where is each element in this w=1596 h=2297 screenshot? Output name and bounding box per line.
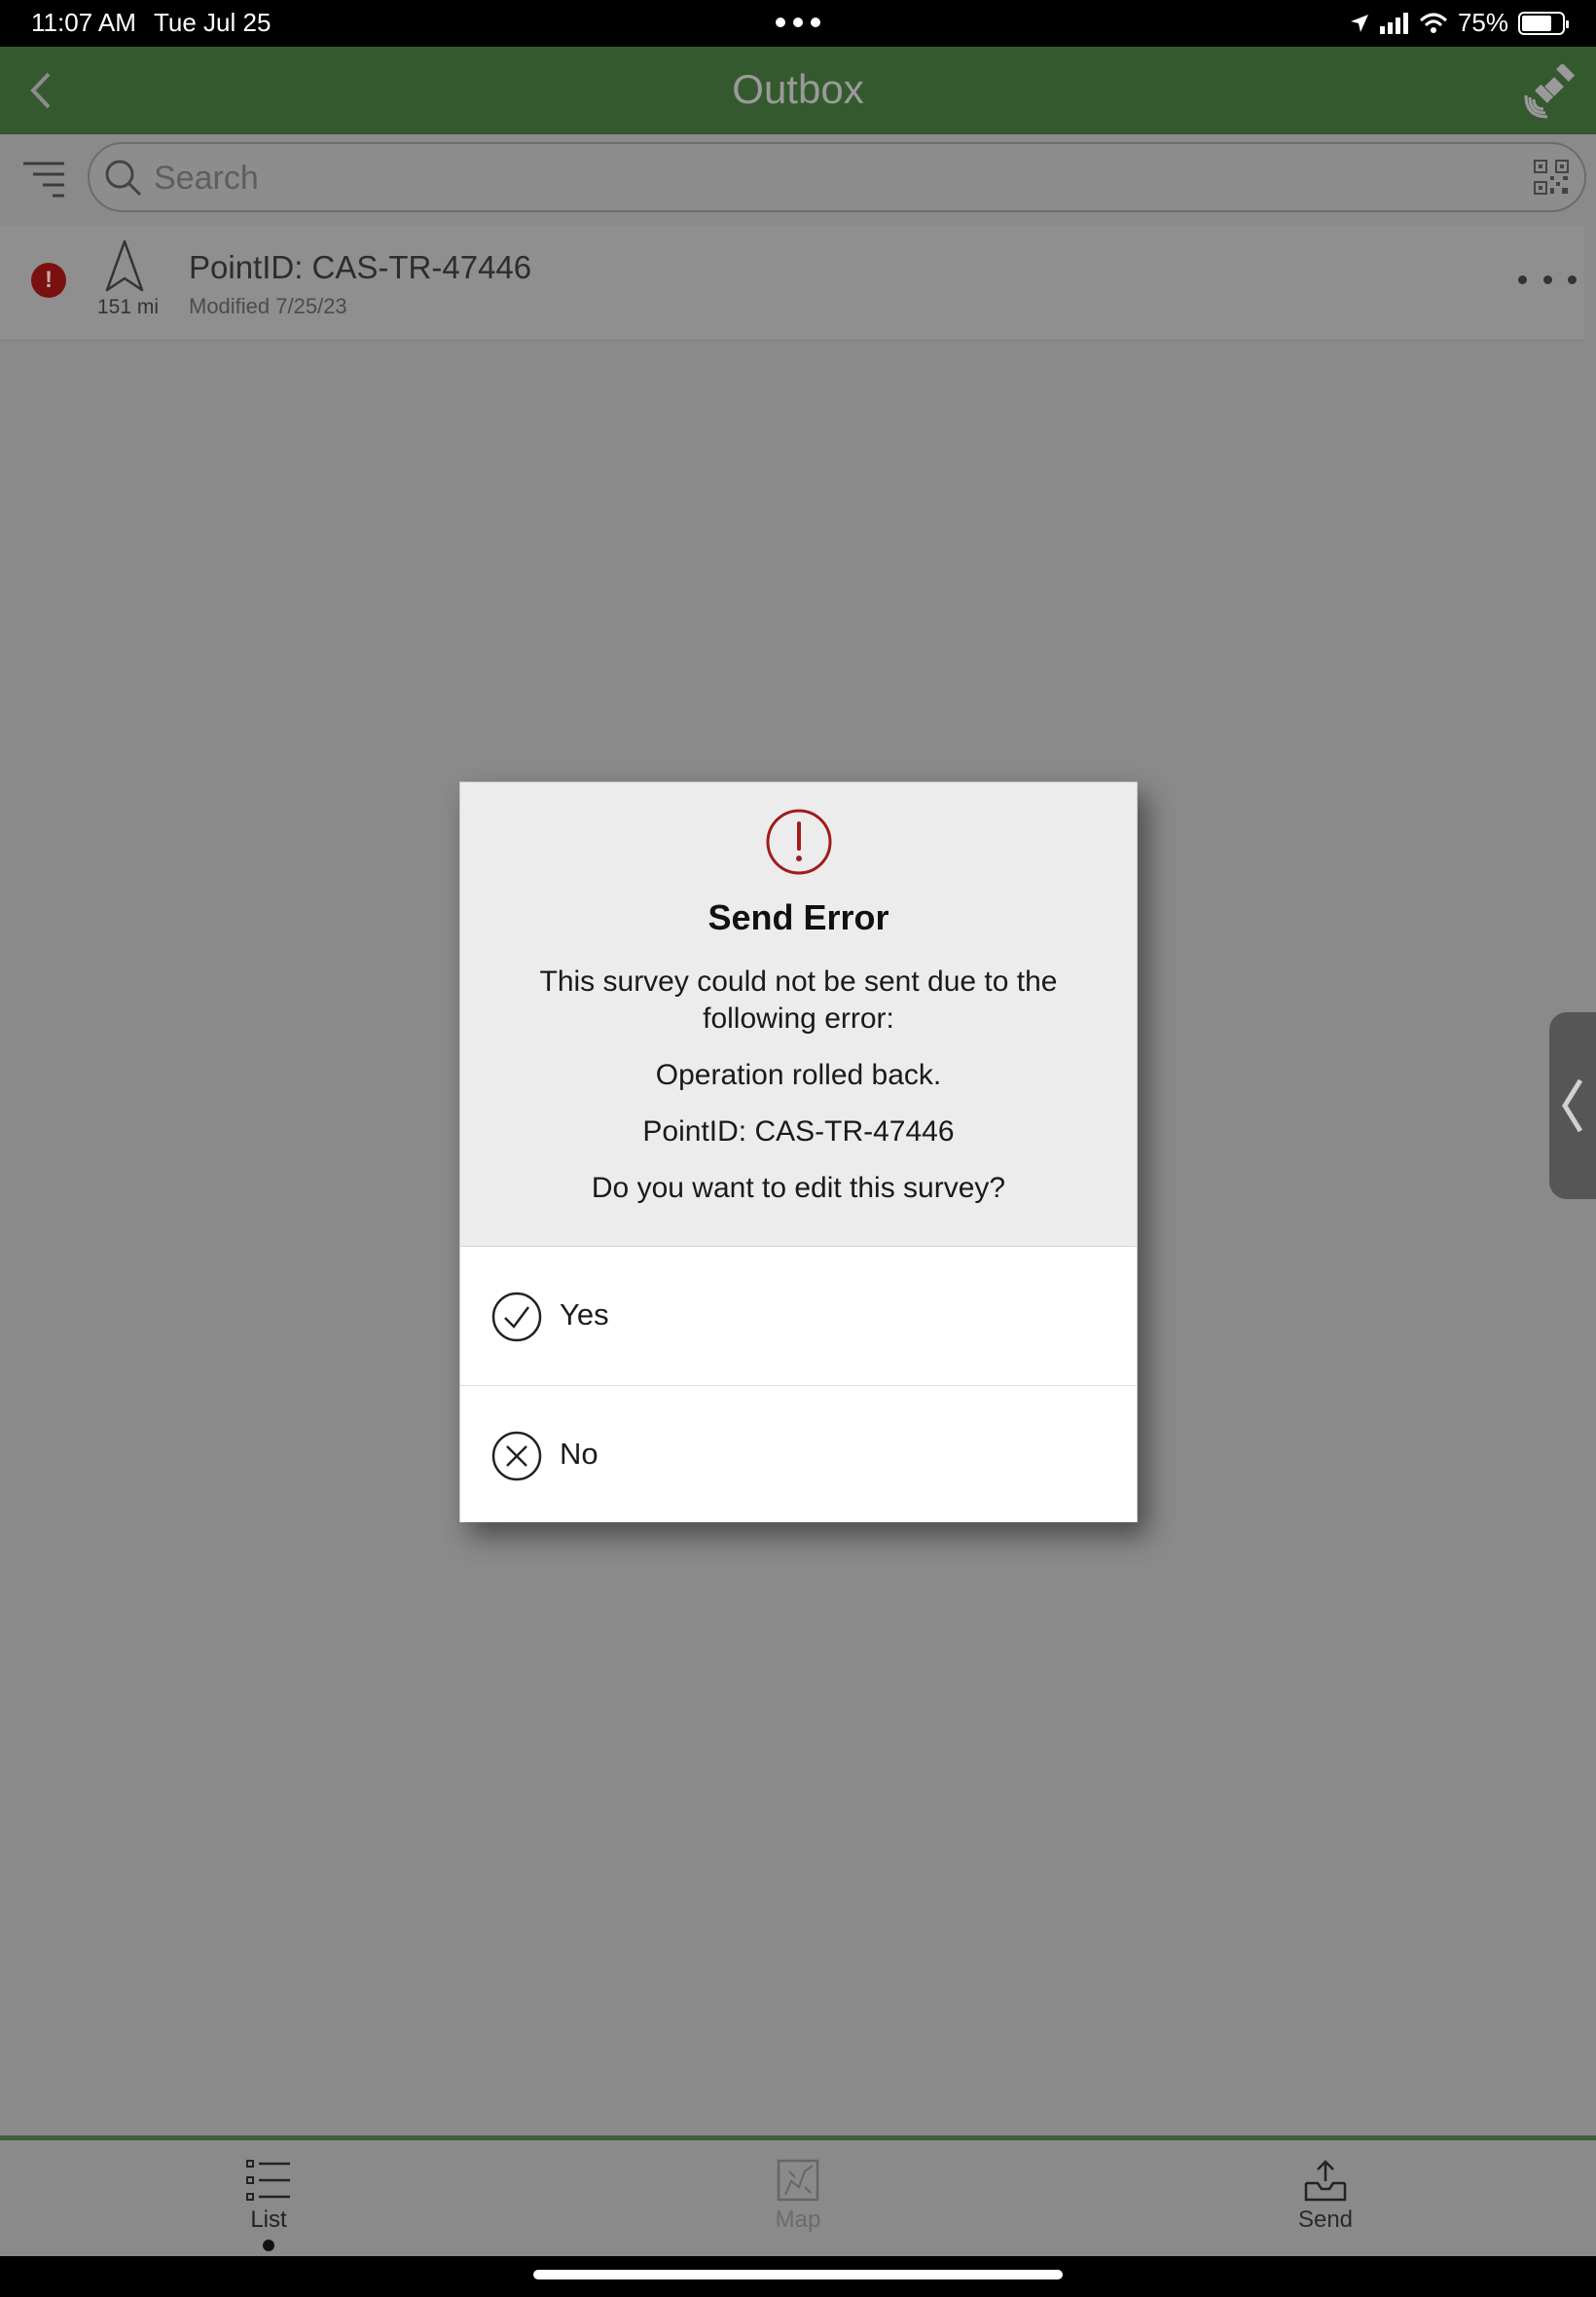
list-item[interactable]: ! 151 mi PointID: CAS-TR-47446 Modified … (0, 226, 1584, 341)
tab-list-label: List (250, 2206, 287, 2233)
search-bar-row: Search (0, 134, 1596, 224)
dialog-error-text: Operation rolled back. (655, 1059, 942, 1091)
status-indicators: 75% (1349, 8, 1569, 38)
dialog-options: Yes No (460, 1246, 1137, 1522)
cellular-signal-icon (1379, 12, 1408, 34)
survey-title: PointID: CAS-TR-47446 (189, 249, 532, 285)
tab-send[interactable]: Send (1257, 2158, 1394, 2234)
yes-option-button[interactable]: Yes (460, 1247, 1137, 1385)
page-title: Outbox (732, 66, 864, 112)
no-option-label: No (560, 1437, 598, 1471)
filter-sort-icon[interactable] (21, 158, 66, 201)
dialog-record-id: PointID: CAS-TR-47446 (642, 1115, 955, 1148)
no-option-button[interactable]: No (460, 1385, 1137, 1523)
app-header: Outbox (0, 47, 1596, 134)
home-indicator-area (0, 2256, 1596, 2297)
search-placeholder: Search (154, 160, 259, 197)
wifi-icon (1419, 13, 1447, 33)
side-panel-handle[interactable] (1549, 1012, 1596, 1199)
dialog-message: This survey could not be sent due to the… (539, 966, 1058, 1035)
search-input[interactable]: Search (88, 142, 1586, 212)
tab-map[interactable]: Map (730, 2158, 866, 2234)
dialog-question: Do you want to edit this survey? (591, 1172, 1006, 1204)
dialog-title: Send Error (707, 897, 889, 937)
x-circle-icon (491, 1431, 542, 1481)
status-date: Tue Jul 25 (154, 8, 272, 37)
outbox-upload-icon (1304, 2160, 1347, 2202)
bottom-tab-bar: List Map Send (0, 2135, 1596, 2256)
error-badge-icon: ! (31, 263, 66, 298)
search-icon (105, 160, 142, 197)
satellite-icon[interactable] (1524, 64, 1578, 119)
status-bar: 11:07 AM Tue Jul 25 75% (0, 0, 1596, 47)
map-icon (777, 2159, 819, 2202)
more-options-icon[interactable] (1518, 265, 1577, 294)
home-indicator[interactable] (533, 2270, 1063, 2279)
battery-percent: 75% (1457, 8, 1508, 37)
location-arrow-icon (1350, 14, 1368, 32)
tab-send-label: Send (1297, 2206, 1354, 2233)
list-icon (246, 2160, 290, 2201)
tab-map-label: Map (775, 2206, 821, 2233)
check-circle-icon (491, 1292, 542, 1342)
active-tab-indicator (263, 2240, 274, 2251)
yes-option-label: Yes (560, 1297, 609, 1331)
tab-list[interactable]: List (200, 2158, 337, 2251)
send-error-dialog: Send Error This survey could not be sent… (459, 782, 1138, 1522)
survey-modified-date: Modified 7/25/23 (189, 294, 347, 318)
alert-circle-icon (766, 809, 832, 875)
distance-label: 151 mi (97, 296, 160, 318)
status-time: 11:07 AM (31, 8, 136, 37)
chevron-left-icon (1562, 1078, 1583, 1133)
qr-code-icon[interactable] (1534, 160, 1569, 195)
multitasking-dots-icon[interactable] (775, 16, 821, 29)
battery-icon (1518, 11, 1569, 35)
navigation-arrow-icon (105, 239, 144, 292)
